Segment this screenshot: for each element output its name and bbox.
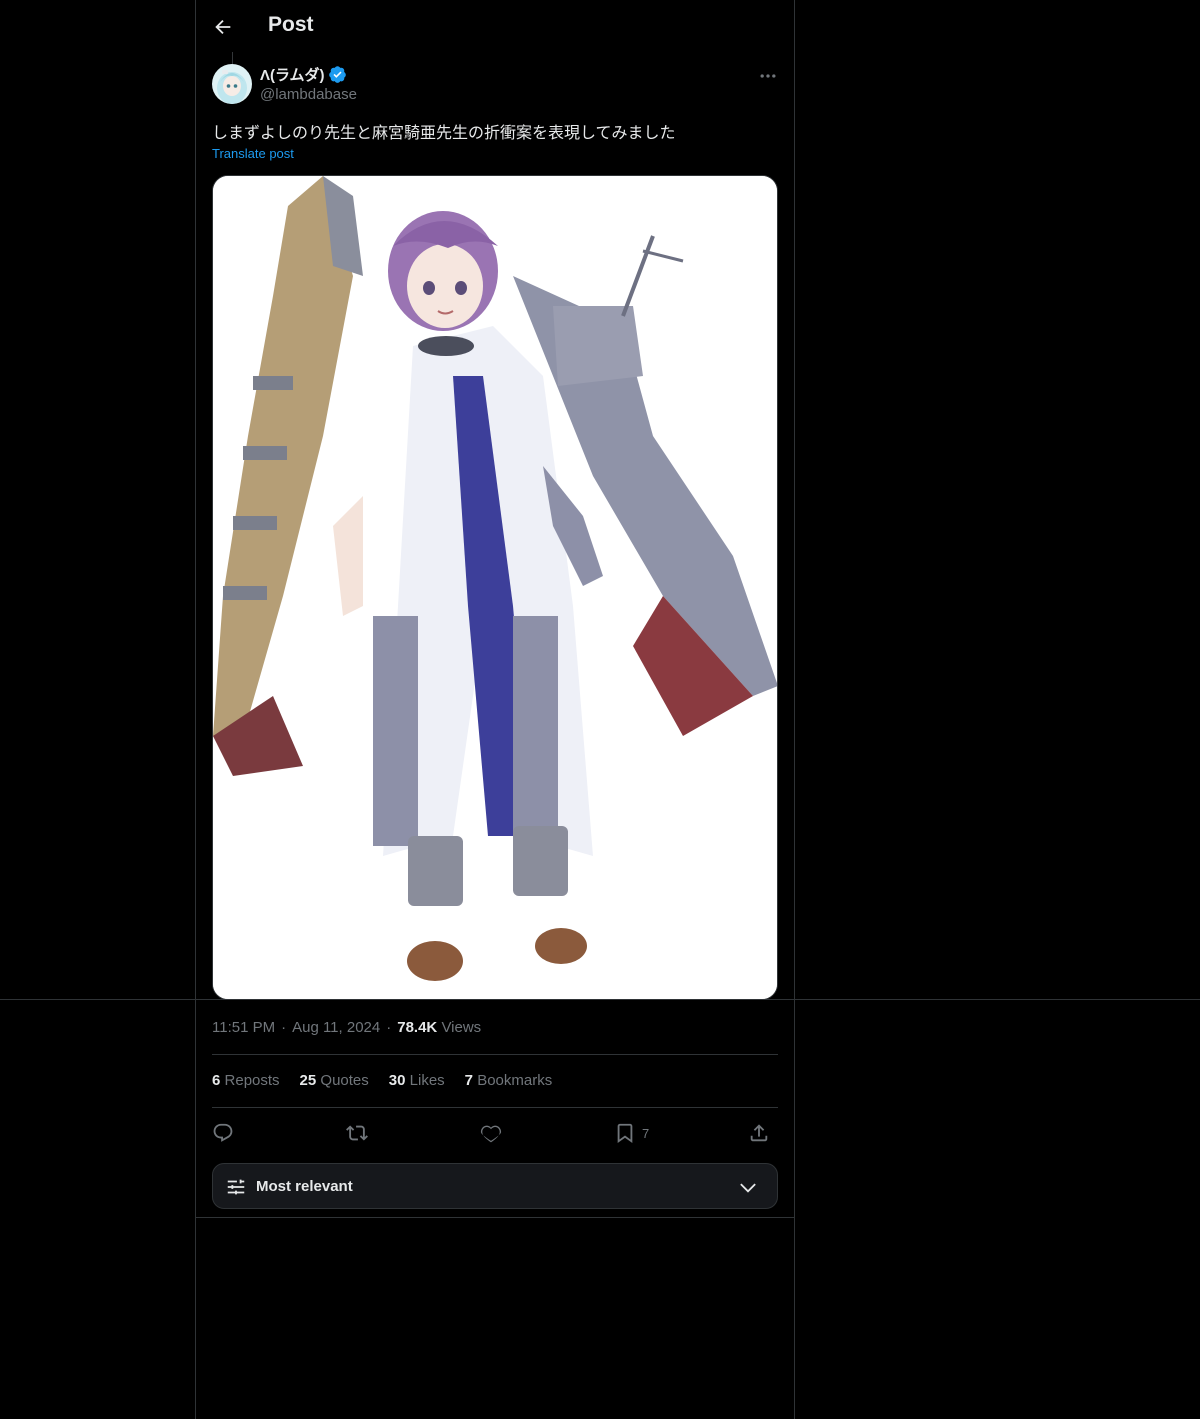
author-name-row[interactable]: Λ(ラムダ) [260,64,347,85]
likes-label: Likes [409,1072,445,1089]
reply-button[interactable] [212,1121,234,1145]
quotes-stat[interactable]: 25 Quotes [300,1072,369,1089]
sort-label: Most relevant [256,1178,353,1195]
author-handle[interactable]: @lambdabase [260,86,357,103]
divider [212,1054,778,1055]
post-meta: 11:51 PM · Aug 11, 2024 · 78.4K Views [212,1019,481,1036]
post-text: しまずよしのり先生と麻宮騎亜先生の折衝案を表現してみました [212,125,676,142]
author-name[interactable]: Λ(ラムダ) [260,64,325,85]
more-options-icon[interactable] [758,66,778,86]
header: Post [196,0,794,53]
bookmark-icon [617,1123,633,1144]
translate-post-link[interactable]: Translate post [212,146,294,161]
main-column: Post Λ(ラムダ) @lambdabase しまずよしのり先生と麻宮騎亜先生… [195,0,795,1419]
sort-replies-dropdown[interactable]: Most relevant [212,1163,778,1209]
reposts-stat[interactable]: 6 Reposts [212,1072,280,1089]
share-button[interactable] [748,1121,770,1145]
views-label: Views [441,1019,482,1036]
back-arrow-icon[interactable] [212,16,234,38]
post-image[interactable] [212,175,778,1000]
bookmark-button[interactable]: 7 [614,1121,649,1145]
avatar[interactable] [212,64,252,104]
heart-icon [480,1125,502,1143]
likes-stat[interactable]: 30 Likes [389,1072,445,1089]
page-title: Post [268,13,314,36]
like-button[interactable] [480,1121,502,1145]
repost-button[interactable] [346,1121,368,1145]
likes-count: 30 [388,1072,406,1089]
views-count: 78.4K [397,1019,438,1036]
meta-dot: · [281,1019,287,1036]
reposts-count: 6 [212,1072,221,1089]
meta-dot: · [386,1019,392,1036]
chevron-down-icon [740,1183,756,1193]
bookmarks-label: Bookmarks [477,1072,553,1089]
share-icon [750,1124,768,1142]
verified-badge-icon [328,66,346,83]
bookmark-count: 7 [642,1125,650,1141]
bookmarks-stat[interactable]: 7 Bookmarks [465,1072,553,1089]
thread-line [232,52,233,64]
divider-bottom [195,1217,795,1218]
action-bar: 7 [212,1119,778,1147]
filter-sliders-icon [227,1179,245,1195]
post-time[interactable]: 11:51 PM [212,1019,275,1036]
repost-icon [346,1125,368,1141]
post-stats: 6 Reposts 25 Quotes 30 Likes 7 Bookmarks [212,1072,552,1089]
post-views: 78.4K Views [397,1019,481,1036]
bookmarks-count: 7 [464,1072,474,1089]
divider [212,1107,778,1108]
reply-icon [213,1123,233,1142]
post-date[interactable]: Aug 11, 2024 [292,1019,380,1036]
quotes-label: Quotes [320,1072,369,1089]
quotes-count: 25 [299,1072,317,1089]
reposts-label: Reposts [224,1072,280,1089]
